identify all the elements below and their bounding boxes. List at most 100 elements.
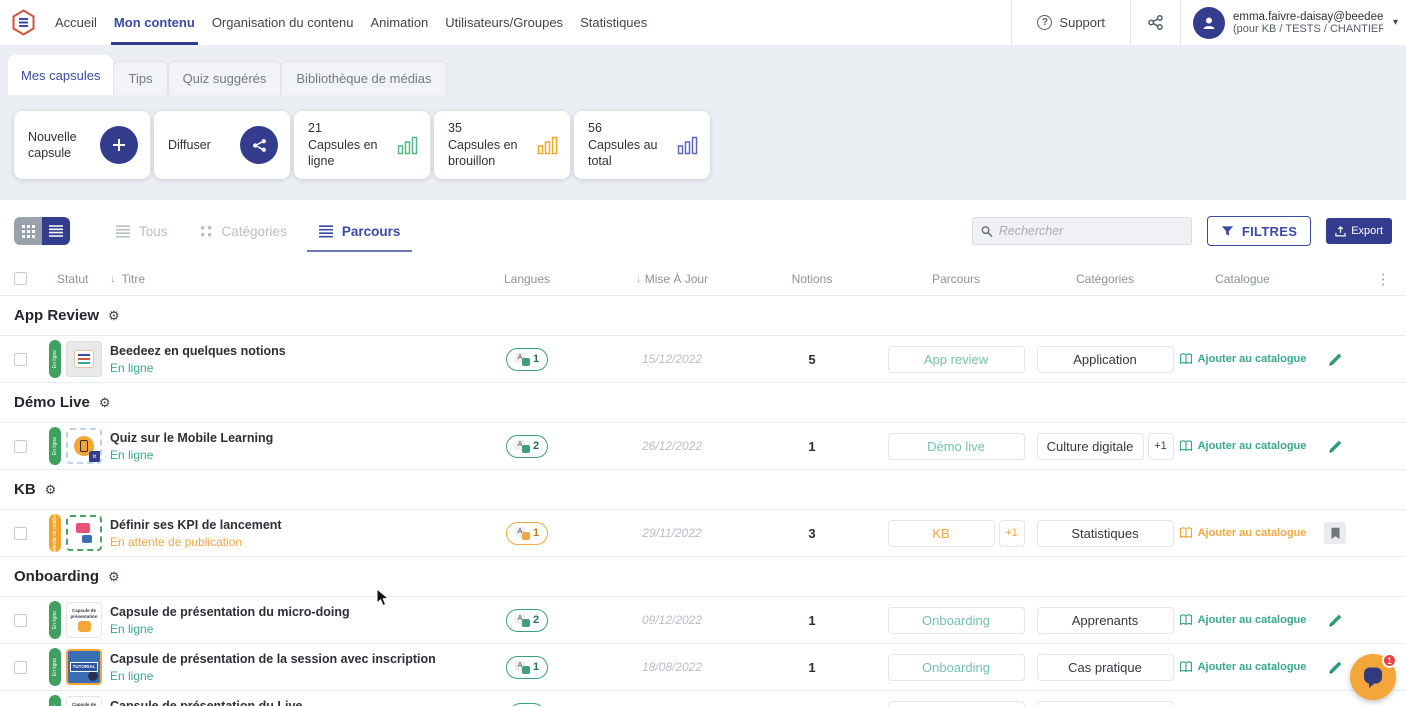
status-pill-label: En ligne (52, 349, 58, 369)
capsule-thumbnail[interactable]: TUTORIAL (66, 649, 102, 685)
languages-badge[interactable]: 1 (505, 347, 549, 371)
row-checkbox[interactable] (14, 352, 27, 366)
chart-icon (537, 136, 558, 155)
add-to-catalogue-link[interactable]: Ajouter au catalogue (1179, 614, 1306, 626)
tab-label: Tips (128, 71, 153, 86)
add-to-catalogue-link[interactable]: Ajouter au catalogue (1179, 661, 1307, 673)
row-checkbox[interactable] (14, 526, 27, 540)
nav-item[interactable]: Organisation du contenu (212, 0, 354, 45)
column-langues[interactable]: Langues (457, 272, 597, 286)
column-menu-icon[interactable]: ⋮ (1360, 270, 1406, 288)
languages-badge[interactable]: 2 (505, 434, 549, 458)
parcours-button[interactable]: Onboarding (887, 606, 1025, 634)
grid-view-button[interactable] (14, 217, 42, 245)
row-checkbox[interactable] (14, 613, 27, 627)
gear-icon[interactable]: ⚙ (108, 569, 120, 585)
filter-tab[interactable]: Parcours (306, 224, 412, 252)
group-rows: En attente de publication Définir ses KP… (0, 510, 1406, 557)
notions-count: 5 (808, 351, 816, 367)
capsule-title[interactable]: Quiz sur le Mobile Learning (110, 431, 447, 445)
parcours-button[interactable]: Onboarding (887, 653, 1025, 681)
languages-badge[interactable]: 2 (505, 608, 549, 632)
share-icon[interactable] (1131, 15, 1180, 30)
capsule-title[interactable]: Capsule de présentation de la session av… (110, 652, 447, 666)
notions-count: 1 (808, 612, 816, 628)
nav-item[interactable]: Statistiques (580, 0, 647, 45)
chat-widget-button[interactable]: 1 (1350, 653, 1397, 700)
row-checkbox[interactable] (14, 660, 27, 674)
parcours-button[interactable]: App review (887, 345, 1025, 373)
add-to-catalogue-label: Ajouter au catalogue (1197, 661, 1307, 673)
tab-label: Quiz suggérés (182, 71, 267, 86)
nav-item-label: Statistiques (580, 15, 648, 30)
capsule-thumbnail[interactable] (66, 428, 102, 464)
edit-icon[interactable] (1328, 352, 1343, 367)
nav-item[interactable]: Accueil (55, 0, 97, 45)
languages-count: 2 (532, 440, 540, 452)
column-catalogue[interactable]: Catalogue (1175, 272, 1310, 286)
gear-icon[interactable]: ⚙ (108, 308, 120, 324)
nav-item[interactable]: Animation (370, 0, 428, 45)
parcours-button[interactable] (887, 700, 1025, 706)
category-button[interactable]: Cas pratique (1036, 653, 1174, 681)
parcours-button[interactable]: KB (887, 519, 995, 547)
nav-item[interactable]: Mon contenu (110, 0, 198, 45)
capsule-title[interactable]: Capsule de présentation du Live (110, 699, 447, 706)
parcours-button[interactable]: Démo live (887, 432, 1025, 460)
column-mise-a-jour[interactable]: ↓ Mise À Jour (597, 272, 747, 286)
column-statut[interactable]: Statut (44, 272, 106, 286)
tab[interactable]: Tips (113, 61, 168, 95)
parcours-extra-badge[interactable]: +1 (998, 519, 1025, 547)
languages-badge[interactable] (509, 702, 545, 706)
filter-tab[interactable]: Tous (116, 224, 168, 239)
bookmark-icon[interactable] (1324, 522, 1346, 544)
category-extra-badge[interactable]: +1 (1147, 432, 1174, 460)
category-button[interactable]: Culture digitale (1036, 432, 1144, 460)
nav-item[interactable]: Utilisateurs/Groupes (445, 0, 563, 45)
nav-item-label: Animation (370, 15, 429, 30)
capsule-thumbnail[interactable]: Capsule de présentation (66, 696, 102, 706)
column-categories[interactable]: Catégories (1035, 272, 1175, 286)
add-to-catalogue-link[interactable]: Ajouter au catalogue (1179, 440, 1306, 452)
category-button[interactable]: Statistiques (1036, 519, 1174, 547)
summary-card[interactable]: 35 Capsules en brouillon (434, 111, 570, 179)
summary-card[interactable]: 56 Capsules au total (574, 111, 710, 179)
add-to-catalogue-link[interactable]: Ajouter au catalogue (1179, 353, 1306, 365)
user-menu[interactable]: emma.faivre-daisay@beedee... (pour KB / … (1181, 6, 1406, 39)
tab[interactable]: Quiz suggérés (167, 61, 282, 95)
edit-icon[interactable] (1328, 439, 1343, 454)
support-button[interactable]: ? Support (1012, 0, 1130, 45)
edit-icon[interactable] (1328, 613, 1343, 628)
tab[interactable]: Bibliothèque de médias (281, 61, 447, 95)
category-button[interactable]: Application (1036, 345, 1174, 373)
capsule-thumbnail[interactable] (66, 341, 102, 377)
search-input[interactable] (998, 224, 1183, 238)
filters-button[interactable]: FILTRES (1206, 216, 1312, 246)
column-notions[interactable]: Notions (747, 272, 877, 286)
gear-icon[interactable]: ⚙ (45, 482, 57, 498)
column-titre[interactable]: ↓ Titre (106, 272, 457, 286)
export-button[interactable]: Export (1326, 218, 1392, 244)
summary-card[interactable]: Diffuser (154, 111, 290, 179)
tab[interactable]: Mes capsules (8, 55, 114, 95)
column-parcours[interactable]: Parcours (877, 272, 1035, 286)
select-all-checkbox[interactable] (14, 272, 27, 285)
category-button[interactable]: Apprenants (1036, 606, 1174, 634)
add-to-catalogue-link[interactable]: Ajouter au catalogue (1179, 527, 1306, 539)
capsule-thumbnail[interactable] (66, 515, 102, 551)
languages-badge[interactable]: 1 (505, 655, 549, 679)
row-checkbox[interactable] (14, 439, 27, 453)
gear-icon[interactable]: ⚙ (99, 395, 111, 411)
edit-icon[interactable] (1328, 660, 1343, 675)
summary-card[interactable]: Nouvelle capsule (14, 111, 150, 179)
capsule-title[interactable]: Définir ses KPI de lancement (110, 518, 447, 532)
category-button[interactable] (1036, 700, 1174, 706)
list-view-button[interactable] (42, 217, 70, 245)
capsule-title[interactable]: Capsule de présentation du micro-doing (110, 605, 447, 619)
capsule-title[interactable]: Beedeez en quelques notions (110, 344, 447, 358)
capsule-thumbnail[interactable]: Capsule de présentation (66, 602, 102, 638)
languages-badge[interactable]: 1 (505, 521, 549, 545)
group-name: Onboarding (14, 568, 99, 585)
filter-tab[interactable]: Catégories (200, 224, 287, 239)
summary-card[interactable]: 21 Capsules en ligne (294, 111, 430, 179)
